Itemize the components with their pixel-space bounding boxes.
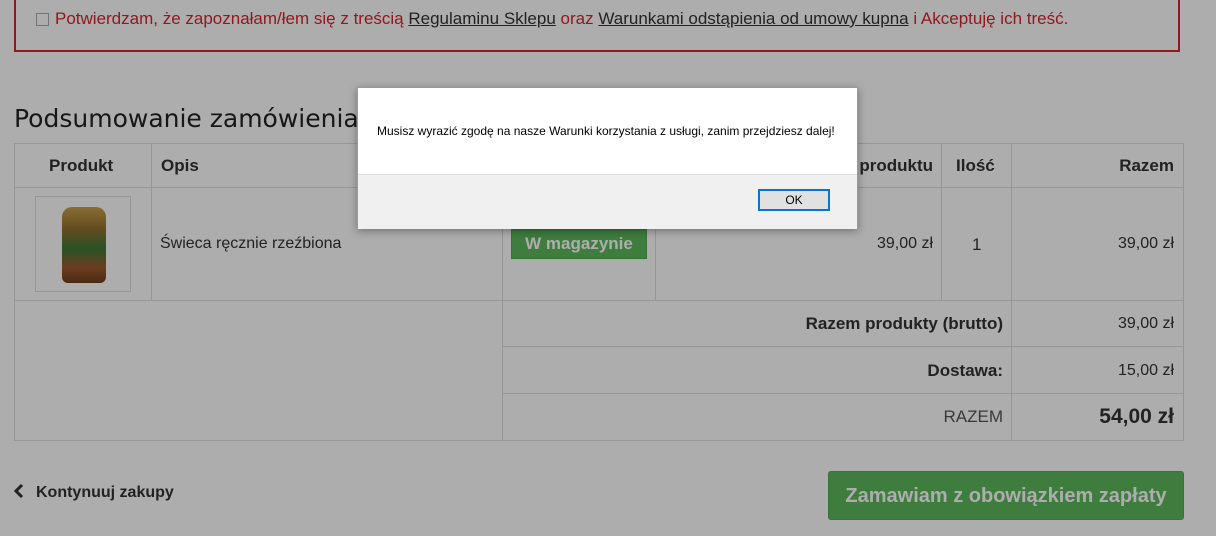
- alert-footer: OK: [358, 174, 857, 229]
- alert-dialog: Musisz wyrazić zgodę na nasze Warunki ko…: [357, 87, 858, 229]
- alert-message: Musisz wyrazić zgodę na nasze Warunki ko…: [377, 124, 835, 138]
- modal-overlay: [0, 0, 1216, 536]
- ok-button[interactable]: OK: [758, 189, 830, 211]
